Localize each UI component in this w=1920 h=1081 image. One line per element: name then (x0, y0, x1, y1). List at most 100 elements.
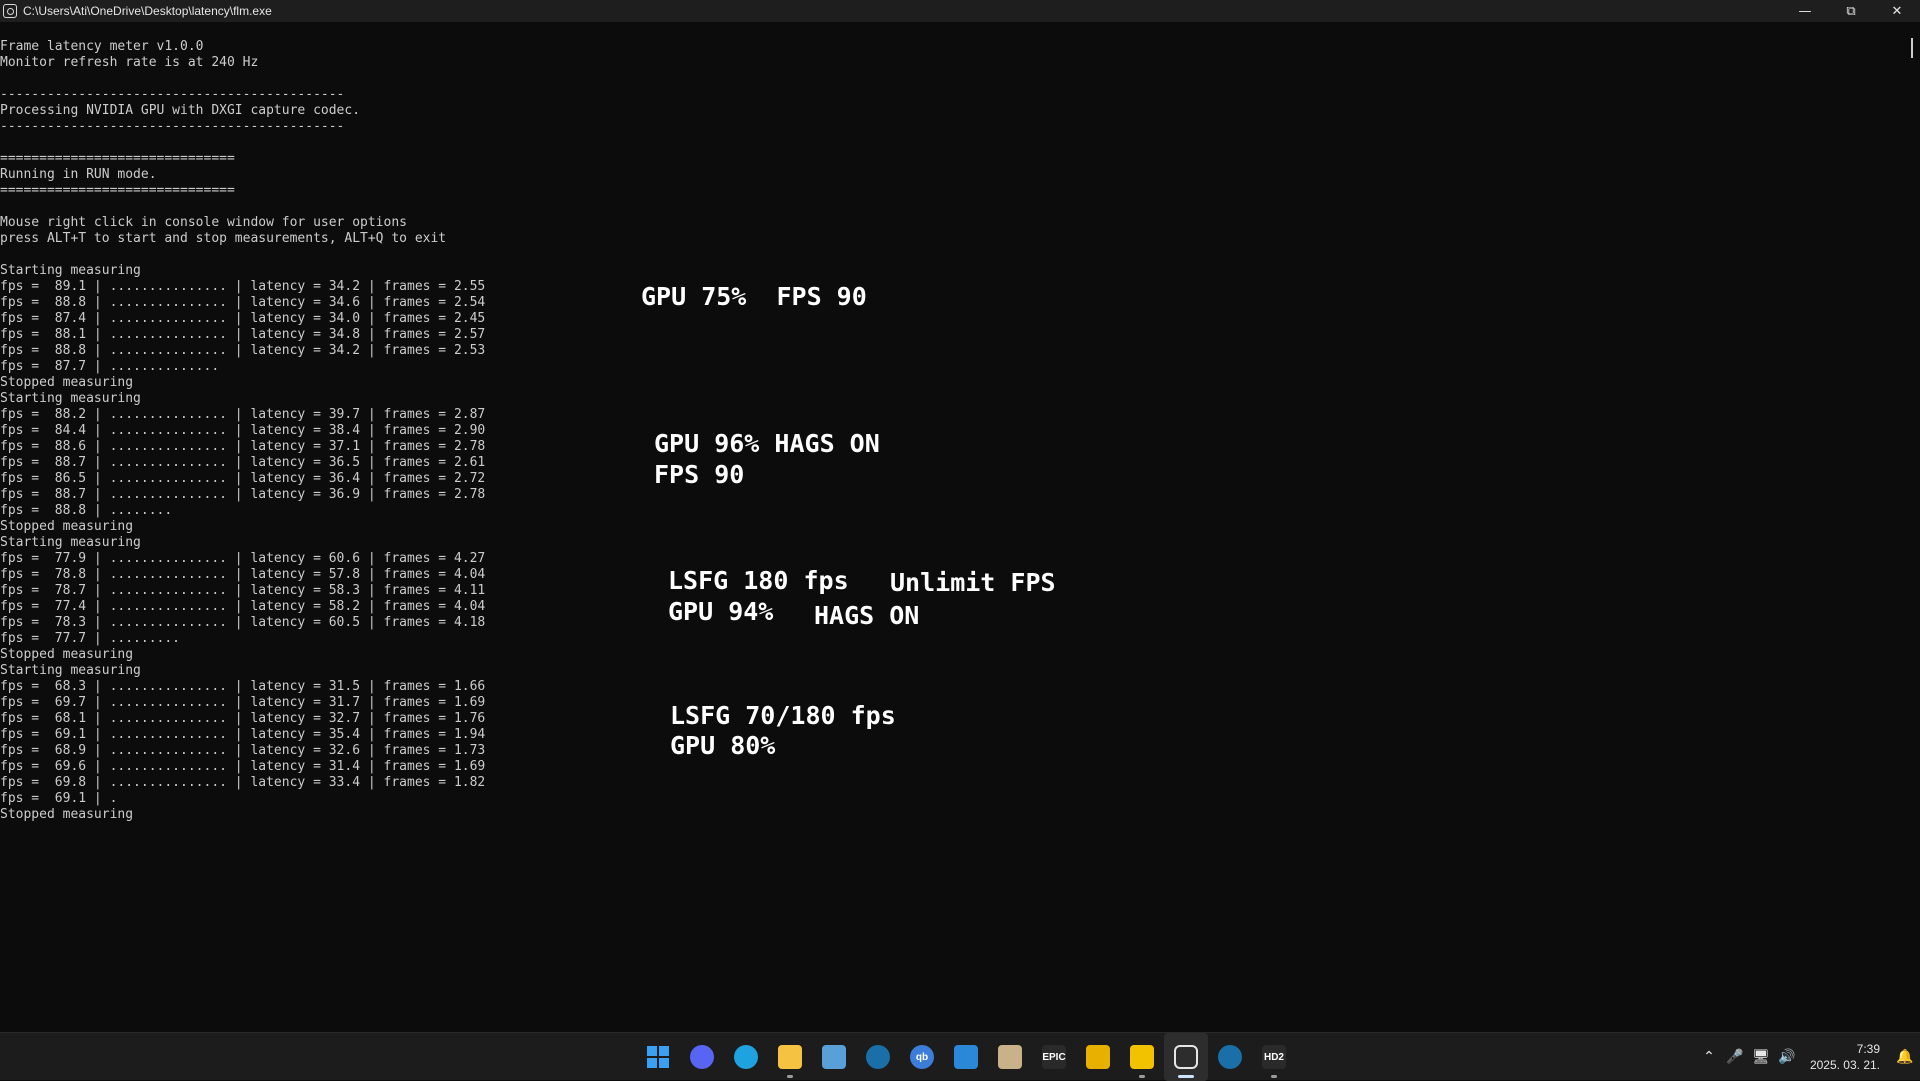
taskbar-apps: qb EPIC HD2 (636, 1033, 1296, 1081)
annotation-lsfg-70-180: LSFG 70/180 fps (670, 701, 896, 730)
console-line: fps = 69.1 | ............... | latency =… (0, 727, 486, 742)
console-line: fps = 88.7 | ............... | latency =… (0, 487, 486, 502)
minimize-button[interactable]: — (1782, 0, 1828, 22)
console-line: Stopped measuring (0, 647, 134, 662)
taskbar-item-store[interactable] (944, 1033, 988, 1081)
taskbar-item-stats[interactable] (1076, 1033, 1120, 1081)
console-line: ============================== (0, 183, 235, 198)
taskbar-item-epic-games[interactable]: EPIC (1032, 1033, 1076, 1081)
taskbar-item-notes[interactable] (988, 1033, 1032, 1081)
console-line: fps = 69.8 | ............... | latency =… (0, 775, 486, 790)
console-line: Stopped measuring (0, 519, 134, 534)
photos-icon (822, 1045, 846, 1069)
close-button[interactable]: ✕ (1874, 0, 1920, 22)
taskbar-item-edge[interactable] (724, 1033, 768, 1081)
microphone-icon[interactable]: 🎤 (1722, 1049, 1748, 1065)
console-line: ----------------------------------------… (0, 87, 345, 102)
console-line: Mouse right click in console window for … (0, 215, 407, 230)
edge-icon (734, 1045, 758, 1069)
taskbar-item-file-explorer[interactable] (768, 1033, 812, 1081)
clock[interactable]: 7:39 2025. 03. 21. (1800, 1041, 1880, 1073)
chevron-up-icon[interactable]: ⌃ (1696, 1049, 1722, 1065)
clock-time: 7:39 (1856, 1042, 1880, 1056)
taskbar-item-start-button[interactable] (636, 1033, 680, 1081)
window-controls: — ⧉ ✕ (1782, 0, 1920, 22)
windows-icon (647, 1046, 669, 1068)
console-line: fps = 69.7 | ............... | latency =… (0, 695, 486, 710)
console-line: fps = 88.7 | ............... | latency =… (0, 455, 486, 470)
console-line: fps = 77.7 | ......... (0, 631, 181, 646)
title-bar: C:\Users\Ati\OneDrive\Desktop\latency\fl… (0, 0, 1920, 22)
annotation-gpu-75: GPU 75% FPS 90 (641, 282, 867, 311)
annotation-gpu-96: GPU 96% HAGS ON (654, 429, 880, 458)
taskbar-item-steam[interactable] (856, 1033, 900, 1081)
taskbar-item-lossless-scaling[interactable] (1120, 1033, 1164, 1081)
steam-icon (1218, 1045, 1242, 1069)
annotation-unlimit-fps: Unlimit FPS (890, 568, 1056, 597)
console-line: fps = 88.6 | ............... | latency =… (0, 439, 486, 454)
restore-button[interactable]: ⧉ (1828, 0, 1874, 22)
duck-icon (1130, 1045, 1154, 1069)
console-line: Starting measuring (0, 535, 141, 550)
annotation-gpu-94: GPU 94% (668, 597, 774, 626)
console-line: Stopped measuring (0, 807, 134, 822)
console-line: fps = 68.1 | ............... | latency =… (0, 711, 486, 726)
taskbar-item-hd2[interactable]: HD2 (1252, 1033, 1296, 1081)
system-tray: ⌃ 🎤 🖥 🔊 7:39 2025. 03. 21. 🔔 (1696, 1033, 1920, 1081)
console-line: Frame latency meter v1.0.0 (0, 39, 204, 54)
console-line: fps = 88.2 | ............... | latency =… (0, 407, 486, 422)
network-icon[interactable]: 🖥 (1748, 1049, 1774, 1065)
console-line: fps = 87.4 | ............... | latency =… (0, 311, 486, 326)
running-indicator (787, 1075, 793, 1078)
restore-icon: ⧉ (1846, 3, 1856, 19)
console-line: fps = 78.3 | ............... | latency =… (0, 615, 486, 630)
console-line: ============================== (0, 151, 235, 166)
notification-bell-icon[interactable]: 🔔 (1890, 1049, 1920, 1065)
annotation-hags-on: HAGS ON (814, 601, 920, 630)
console-line: Monitor refresh rate is at 240 Hz (0, 55, 259, 70)
taskbar-item-qbittorrent[interactable]: qb (900, 1033, 944, 1081)
console-line: fps = 77.4 | ............... | latency =… (0, 599, 486, 614)
console-line: fps = 69.6 | ............... | latency =… (0, 759, 486, 774)
running-indicator (1139, 1075, 1145, 1078)
flm-icon (1174, 1045, 1198, 1069)
hd2-icon: HD2 (1262, 1045, 1286, 1069)
console-line: fps = 68.9 | ............... | latency =… (0, 743, 486, 758)
running-indicator (1271, 1075, 1277, 1078)
app-icon (3, 4, 17, 18)
taskbar-item-discord[interactable] (680, 1033, 724, 1081)
annotation-lsfg-180: LSFG 180 fps (668, 566, 849, 595)
volume-icon[interactable]: 🔊 (1774, 1049, 1800, 1065)
console-line: fps = 88.8 | ........ (0, 503, 173, 518)
steam-icon (866, 1045, 890, 1069)
discord-icon (690, 1045, 714, 1069)
taskbar-item-flm[interactable] (1164, 1033, 1208, 1081)
console-line: fps = 89.1 | ............... | latency =… (0, 279, 486, 294)
taskbar: qb EPIC HD2 ⌃ 🎤 🖥 🔊 7:39 2025. 03. 21. 🔔 (0, 1032, 1920, 1081)
qbittorrent-icon: qb (910, 1045, 934, 1069)
console-line: fps = 86.5 | ............... | latency =… (0, 471, 486, 486)
console-line: Processing NVIDIA GPU with DXGI capture … (0, 103, 361, 118)
folder-icon (778, 1045, 802, 1069)
annotation-gpu-80: GPU 80% (670, 731, 776, 760)
console-line: press ALT+T to start and stop measuremen… (0, 231, 447, 246)
taskbar-item-steam-2[interactable] (1208, 1033, 1252, 1081)
console-line: fps = 84.4 | ............... | latency =… (0, 423, 486, 438)
console-line: fps = 68.3 | ............... | latency =… (0, 679, 486, 694)
store-icon (954, 1045, 978, 1069)
console-line: Running in RUN mode. (0, 167, 157, 182)
console-line: Starting measuring (0, 263, 141, 278)
console-line: ----------------------------------------… (0, 119, 345, 134)
console-line: fps = 77.9 | ............... | latency =… (0, 551, 486, 566)
console-line: fps = 87.7 | .............. (0, 359, 220, 374)
epic-games-icon: EPIC (1042, 1045, 1066, 1069)
console-output[interactable]: Frame latency meter v1.0.0 Monitor refres… (0, 39, 1900, 829)
scrollbar-thumb[interactable] (1911, 38, 1913, 58)
taskbar-item-photos[interactable] (812, 1033, 856, 1081)
bar-chart-icon (1086, 1045, 1110, 1069)
clock-date: 2025. 03. 21. (1809, 1058, 1880, 1072)
